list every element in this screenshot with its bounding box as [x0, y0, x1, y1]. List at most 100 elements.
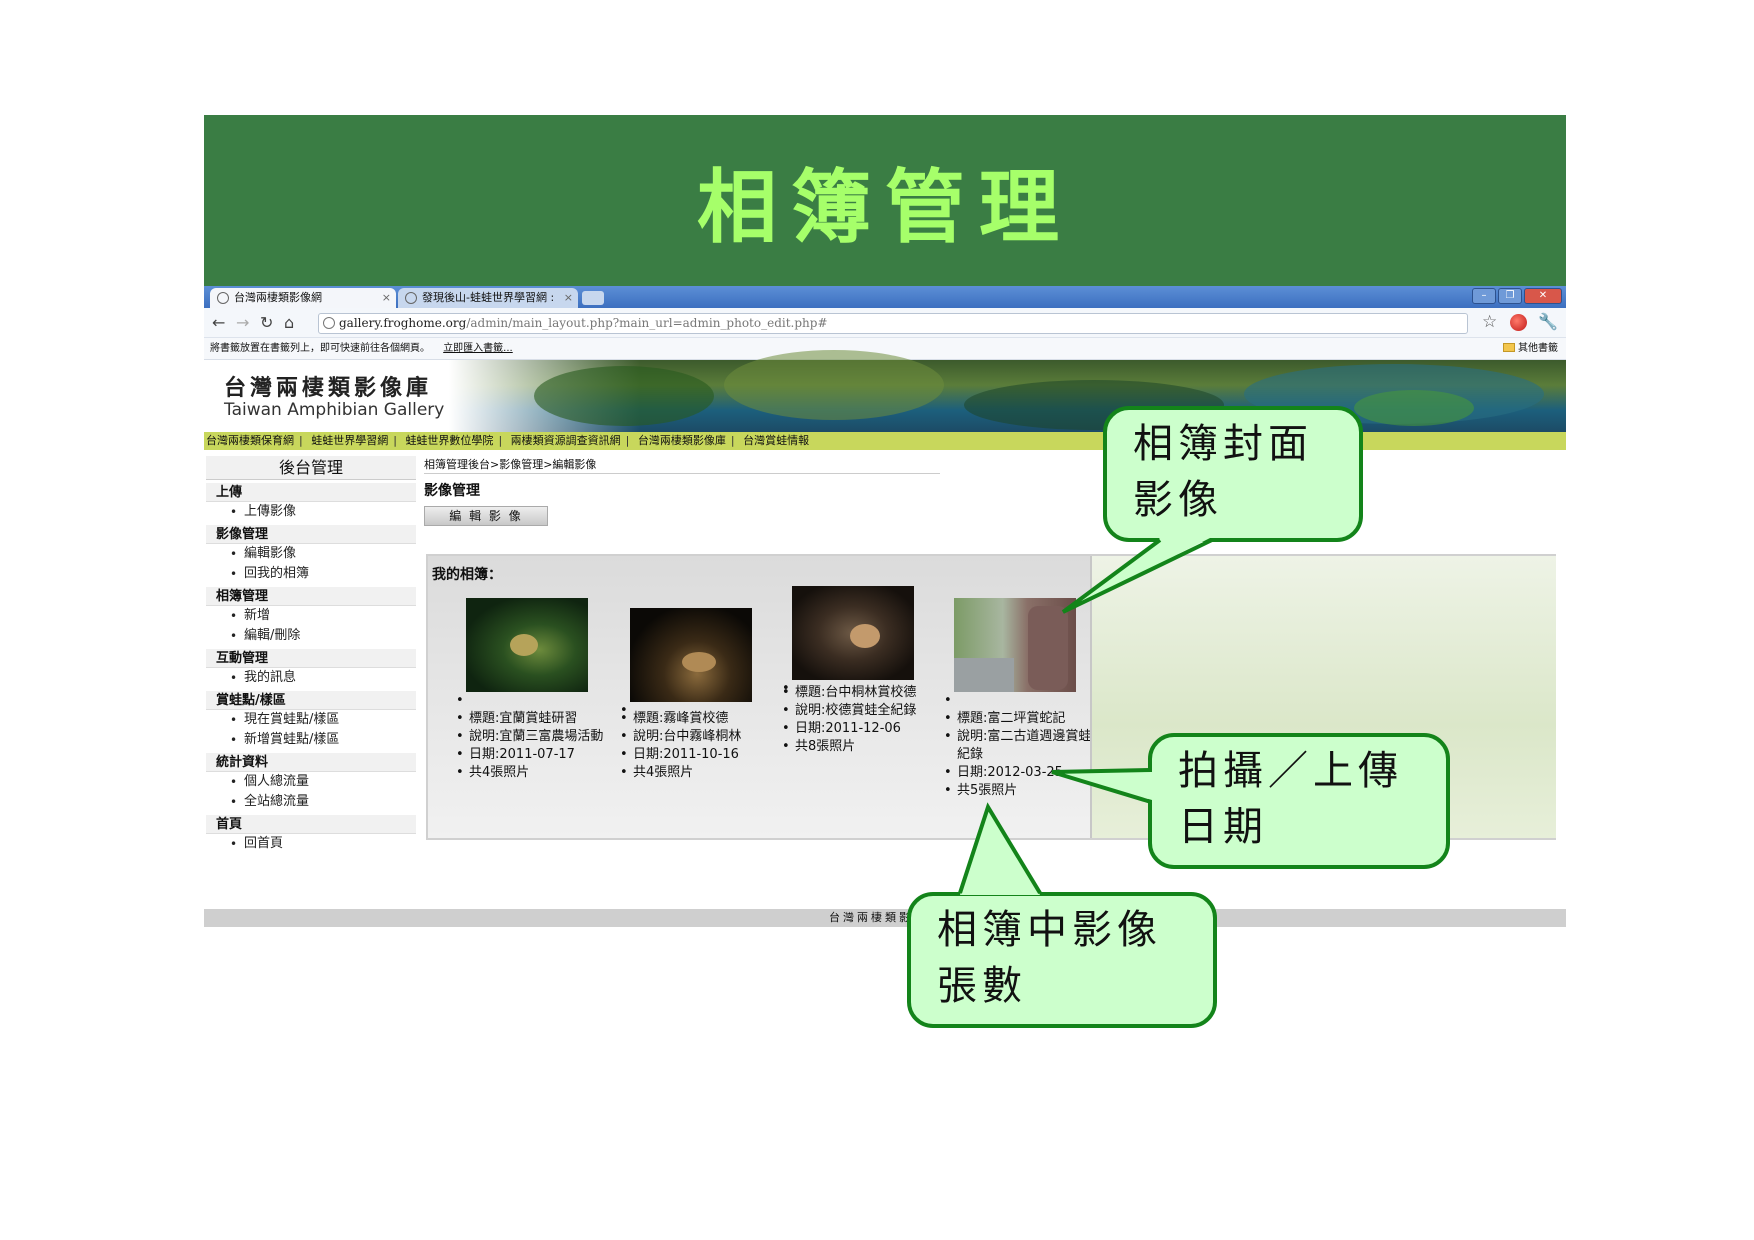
album-date: 日期:2011-12-06: [780, 720, 930, 738]
window-close-icon[interactable]: ✕: [1524, 288, 1562, 304]
sidebar-section: 賞蛙點/樣區: [206, 691, 416, 710]
tab-label: 發現後山-蛙蛙世界學習網 :: [422, 291, 555, 304]
site-nav-link[interactable]: 台灣賞蛙情報: [743, 434, 809, 447]
other-bookmarks[interactable]: 其他書籤: [1503, 338, 1558, 360]
album-card[interactable]: 標題:宜蘭賞蛙研習 說明:宜蘭三富農場活動 日期:2011-07-17 共4張照…: [454, 586, 604, 782]
album-info: 標題:富二坪賞蛇記 說明:富二古道週邊賞蛙紀錄 日期:2012-03-25 共5…: [942, 692, 1092, 800]
sidebar-item-site-traffic[interactable]: 全站總流量: [206, 792, 416, 812]
address-host: gallery.froghome.org: [339, 316, 467, 330]
albums-heading: 我的相簿：: [432, 567, 502, 583]
sidebar-item-edit-delete[interactable]: 編輯/刪除: [206, 626, 416, 646]
sidebar-section: 互動管理: [206, 649, 416, 668]
album-count: 共4張照片: [454, 764, 604, 782]
page-icon: [323, 317, 335, 329]
sidebar-item-upload-image[interactable]: 上傳影像: [206, 502, 416, 522]
album-card[interactable]: 標題:富二坪賞蛇記 說明:富二古道週邊賞蛙紀錄 日期:2012-03-25 共5…: [942, 586, 1092, 800]
sidebar-item-my-messages[interactable]: 我的訊息: [206, 668, 416, 688]
wrench-icon[interactable]: 🔧: [1538, 312, 1558, 331]
sidebar-section: 影像管理: [206, 525, 416, 544]
extension-icon[interactable]: [1510, 314, 1527, 331]
album-cover-image[interactable]: [792, 586, 914, 680]
breadcrumb: 相簿管理後台>影像管理>編輯影像: [424, 456, 940, 474]
album-count: 共4張照片: [618, 764, 768, 782]
reload-icon[interactable]: ↻: [260, 313, 273, 332]
sidebar-item-personal-traffic[interactable]: 個人總流量: [206, 772, 416, 792]
admin-sidebar: 後台管理 上傳 上傳影像 影像管理 編輯影像 回我的相簿 相簿管理 新增 編輯/…: [206, 456, 416, 854]
album-count: 共5張照片: [942, 782, 1092, 800]
album-cover-image[interactable]: [630, 608, 752, 702]
sidebar-section: 上傳: [206, 483, 416, 502]
road-shape: [954, 658, 1014, 692]
sidebar-title: 後台管理: [206, 456, 416, 480]
frog-shape: [510, 634, 538, 656]
back-icon[interactable]: ←: [212, 313, 225, 332]
home-icon[interactable]: ⌂: [284, 313, 294, 332]
album-cover-image[interactable]: [466, 598, 588, 692]
frog-shape: [682, 652, 716, 672]
sidebar-item-new-site[interactable]: 新增賞蛙點/樣區: [206, 730, 416, 750]
import-bookmarks-link[interactable]: 立即匯入書籤...: [443, 343, 513, 354]
folder-icon: [1503, 343, 1515, 352]
site-nav-link[interactable]: 台灣兩棲類保育網: [206, 434, 294, 447]
album-card[interactable]: 標題:霧峰賞校德 說明:台中霧峰桐林 日期:2011-10-16 共4張照片: [618, 586, 768, 782]
slide-title: 相簿管理: [697, 159, 1073, 254]
site-logo[interactable]: 台灣兩棲類影像庫: [224, 370, 432, 402]
callout-image-count: 相簿中影像 張數: [907, 892, 1217, 1028]
site-nav-link[interactable]: 蛙蛙世界數位學院: [405, 434, 493, 447]
callout-line: 張數: [937, 963, 1027, 1009]
album-info: 標題:霧峰賞校德 說明:台中霧峰桐林 日期:2011-10-16 共4張照片: [618, 702, 768, 782]
forward-icon[interactable]: →: [236, 313, 249, 332]
globe-icon: [405, 292, 417, 304]
sidebar-item-my-albums[interactable]: 回我的相簿: [206, 564, 416, 584]
tab-taiwan-amphibian[interactable]: 台灣兩棲類影像網 ×: [210, 288, 396, 308]
address-path: /admin/main_layout.php?main_url=admin_ph…: [466, 316, 828, 330]
minimize-icon[interactable]: –: [1472, 288, 1496, 304]
album-date: 日期:2011-07-17: [454, 746, 604, 764]
site-logo-en: Taiwan Amphibian Gallery: [224, 400, 445, 420]
new-tab-button[interactable]: [582, 291, 604, 305]
browser-toolbar: ← → ↻ ⌂ gallery.froghome.org/admin/main_…: [204, 308, 1566, 338]
tab-strip: 台灣兩棲類影像網 × 發現後山-蛙蛙世界學習網 : × – ❐ ✕: [204, 286, 1566, 308]
album-card[interactable]: 標題:台中桐林賞校德 說明:校德賞蛙全紀錄 日期:2011-12-06 共8張照…: [780, 586, 930, 756]
address-bar[interactable]: gallery.froghome.org/admin/main_layout.p…: [318, 313, 1468, 334]
tab-frog-world[interactable]: 發現後山-蛙蛙世界學習網 : ×: [398, 288, 578, 308]
tab-label: 台灣兩棲類影像網: [234, 291, 322, 304]
album-title[interactable]: 標題:富二坪賞蛇記: [942, 710, 1092, 728]
album-title[interactable]: 標題:台中桐林賞校德: [780, 684, 930, 702]
album-title[interactable]: 標題:宜蘭賞蛙研習: [454, 710, 604, 728]
close-icon[interactable]: ×: [382, 288, 391, 308]
sidebar-item-home[interactable]: 回首頁: [206, 834, 416, 854]
sidebar-item-new-album[interactable]: 新增: [206, 606, 416, 626]
callout-cover-image: 相簿封面 影像: [1103, 406, 1363, 542]
album-desc: 說明:校德賞蛙全紀錄: [780, 702, 930, 720]
site-nav-link[interactable]: 台灣兩棲類影像庫: [638, 434, 726, 447]
site-nav-link[interactable]: 蛙蛙世界學習網: [311, 434, 388, 447]
bookmark-hint: 將書籤放置在書籤列上，即可快速前往各個網頁。: [210, 343, 430, 354]
globe-icon: [217, 292, 229, 304]
frog-shape: [850, 624, 880, 648]
edit-image-button[interactable]: 編 輯 影 像: [424, 506, 548, 526]
album-title[interactable]: 標題:霧峰賞校德: [618, 710, 768, 728]
album-date: 日期:2012-03-25: [942, 764, 1092, 782]
album-date: 日期:2011-10-16: [618, 746, 768, 764]
album-cover-image[interactable]: [954, 598, 1076, 692]
close-icon[interactable]: ×: [564, 288, 573, 308]
sidebar-section: 首頁: [206, 815, 416, 834]
callout-line: 日期: [1178, 804, 1268, 850]
star-icon[interactable]: ☆: [1482, 312, 1497, 332]
window-controls: – ❐ ✕: [1472, 288, 1562, 304]
site-footer: 台灣兩棲類影像網: [204, 909, 1566, 927]
page-title: 影像管理: [424, 483, 480, 499]
main-content: 相簿管理後台>影像管理>編輯影像 影像管理 編 輯 影 像 我的相簿： 標題:宜…: [424, 456, 1564, 840]
album-info: 標題:宜蘭賞蛙研習 說明:宜蘭三富農場活動 日期:2011-07-17 共4張照…: [454, 692, 604, 782]
sidebar-item-edit-image[interactable]: 編輯影像: [206, 544, 416, 564]
restore-icon[interactable]: ❐: [1498, 288, 1522, 304]
callout-line: 拍攝／上傳: [1178, 748, 1403, 794]
sidebar-section: 統計資料: [206, 753, 416, 772]
stone-shape: [1028, 606, 1068, 690]
album-desc: 說明:宜蘭三富農場活動: [454, 728, 604, 746]
site-nav-link[interactable]: 兩棲類資源調查資訊網: [511, 434, 621, 447]
callout-line: 相簿中影像: [937, 907, 1162, 953]
slide-header: 相簿管理: [204, 115, 1566, 286]
sidebar-item-current-sites[interactable]: 現在賞蛙點/樣區: [206, 710, 416, 730]
